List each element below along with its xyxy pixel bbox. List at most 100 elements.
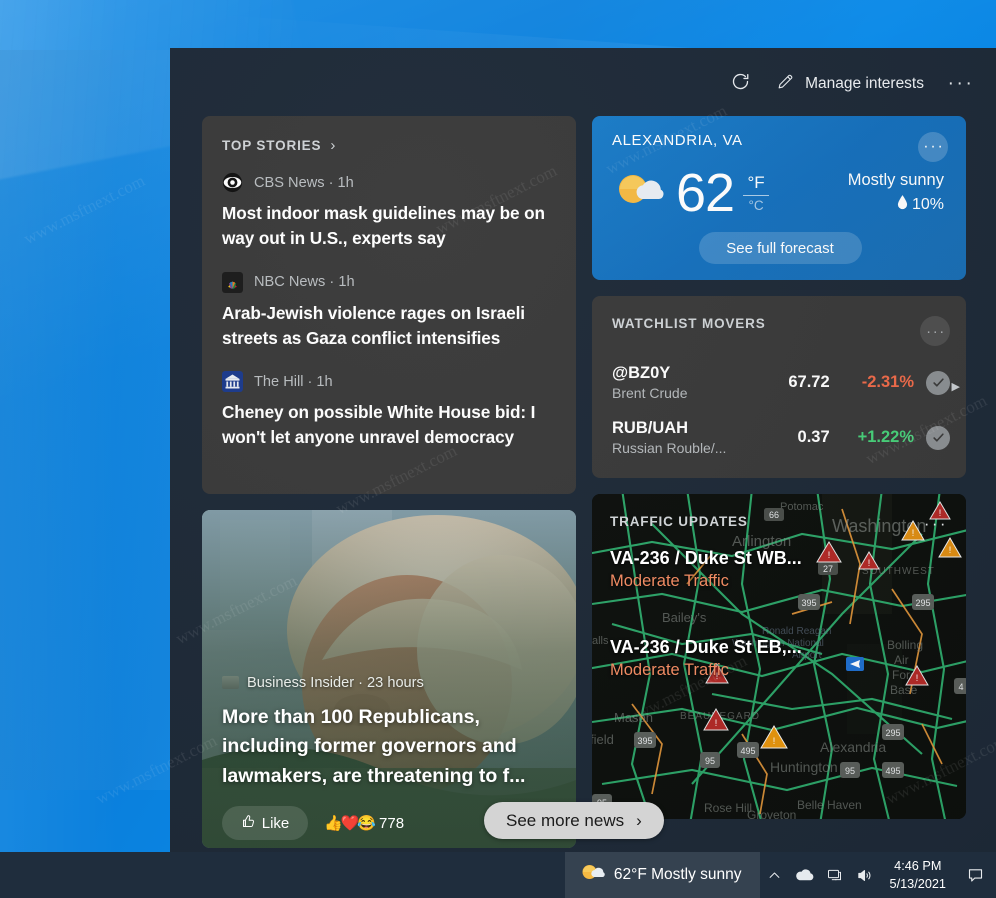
story-headline: Most indoor mask guidelines may be on wa… bbox=[222, 203, 545, 249]
reaction-count: 778 bbox=[379, 814, 405, 832]
business-insider-logo bbox=[222, 676, 239, 690]
weather-location: ALEXANDRIA, VA bbox=[612, 132, 743, 149]
weather-more-button[interactable]: ··· bbox=[918, 132, 948, 162]
watchlist-price: 67.72 bbox=[788, 373, 830, 391]
like-label: Like bbox=[261, 814, 290, 832]
sun-behind-cloud-icon bbox=[612, 169, 664, 218]
cbs-news-logo bbox=[222, 172, 243, 193]
reactions[interactable]: 👍❤️😂 778 bbox=[324, 814, 405, 833]
see-full-forecast-button[interactable]: See full forecast bbox=[698, 232, 862, 264]
svg-text:Groveton: Groveton bbox=[747, 808, 796, 819]
svg-text:!: ! bbox=[715, 718, 718, 728]
chevron-right-icon: › bbox=[636, 810, 642, 830]
watchlist-change: -2.31% bbox=[861, 373, 914, 391]
watchlist-next-arrow[interactable]: ▶ bbox=[952, 380, 960, 393]
water-drop-icon bbox=[897, 195, 908, 215]
unit-divider bbox=[743, 194, 770, 196]
story-item[interactable]: The Hill · 1h Cheney on possible White H… bbox=[222, 371, 556, 451]
manage-interests-label: Manage interests bbox=[805, 75, 924, 92]
sun-behind-cloud-icon bbox=[579, 861, 605, 890]
reaction-emoji: 👍❤️😂 bbox=[324, 815, 376, 832]
weather-header: ALEXANDRIA, VA ··· bbox=[612, 132, 948, 162]
svg-text:495: 495 bbox=[740, 746, 755, 756]
weather-temperature: 62 bbox=[676, 163, 735, 223]
watchlist-title: WATCHLIST MOVERS bbox=[612, 316, 766, 331]
show-hidden-icons-icon[interactable] bbox=[760, 852, 790, 898]
story-source: CBS News · 1h bbox=[222, 172, 556, 193]
onedrive-icon[interactable] bbox=[790, 852, 820, 898]
story-source-label: Business Insider · 23 hours bbox=[247, 674, 424, 691]
top-stories-title: TOP STORIES bbox=[222, 138, 322, 153]
thumbs-up-icon bbox=[241, 814, 256, 833]
traffic-title: TRAFFIC UPDATES bbox=[610, 514, 748, 529]
svg-text:95: 95 bbox=[705, 756, 715, 766]
svg-text:Huntington: Huntington bbox=[770, 759, 838, 775]
pencil-icon bbox=[776, 72, 795, 96]
svg-text:395: 395 bbox=[637, 736, 652, 746]
clock[interactable]: 4:46 PM 5/13/2021 bbox=[880, 857, 958, 893]
svg-text:Potomac: Potomac bbox=[780, 501, 824, 513]
taskbar-news-and-interests-button[interactable]: 62°F Mostly sunny bbox=[564, 852, 760, 898]
svg-text:295: 295 bbox=[885, 728, 900, 738]
the-hill-logo bbox=[222, 371, 243, 393]
flyout-header: Manage interests ··· bbox=[720, 66, 982, 102]
story-source: NBC News · 1h bbox=[222, 271, 556, 293]
unit-fahrenheit[interactable]: °F bbox=[747, 173, 764, 193]
like-button[interactable]: Like bbox=[222, 806, 308, 840]
top-stories-header[interactable]: TOP STORIES › bbox=[222, 138, 556, 153]
svg-text:Belle Haven: Belle Haven bbox=[797, 798, 862, 812]
manage-interests-button[interactable]: Manage interests bbox=[766, 66, 934, 102]
traffic-more-button[interactable]: ··· bbox=[924, 514, 948, 534]
refresh-button[interactable] bbox=[720, 66, 760, 102]
watchlist-movers-card: WATCHLIST MOVERS ··· @BZ0Y Brent Crude 6… bbox=[592, 296, 966, 478]
watchlist-price: 0.37 bbox=[797, 428, 830, 446]
taskbar: 62°F Mostly sunny 4:46 PM 5/13/2021 bbox=[0, 852, 996, 898]
story-item[interactable]: CBS News · 1h Most indoor mask guideline… bbox=[222, 172, 556, 252]
see-more-news-button[interactable]: See more news › bbox=[484, 802, 664, 839]
see-more-news-label: See more news bbox=[506, 810, 625, 830]
watchlist-row[interactable]: @BZ0Y Brent Crude 67.72 -2.31% bbox=[612, 364, 950, 401]
volume-icon[interactable] bbox=[850, 852, 880, 898]
watchlist-names: @BZ0Y Brent Crude bbox=[612, 364, 759, 401]
story-source: The Hill · 1h bbox=[222, 371, 556, 393]
traffic-road: VA-236 / Duke St WB... bbox=[610, 548, 802, 568]
photo-story-card[interactable]: Business Insider · 23 hours More than 10… bbox=[202, 510, 576, 848]
taskbar-empty-area bbox=[0, 852, 565, 898]
weather-condition-block: Mostly sunny 10% bbox=[848, 171, 948, 215]
traffic-updates-card[interactable]: Potomac Washington Arlington SOUTHWEST B… bbox=[592, 494, 966, 819]
story-headline: More than 100 Republicans, including for… bbox=[222, 705, 526, 788]
svg-text:4: 4 bbox=[958, 682, 963, 692]
weather-precipitation: 10% bbox=[848, 195, 944, 215]
watchlist-change: +1.22% bbox=[857, 428, 914, 446]
story-item[interactable]: NBC News · 1h Arab-Jewish violence rages… bbox=[222, 271, 556, 352]
wallpaper-edge bbox=[0, 0, 170, 852]
watchlist-row[interactable]: RUB/UAH Russian Rouble/... 0.37 +1.22% bbox=[612, 419, 950, 456]
weather-units[interactable]: °F °C bbox=[743, 173, 770, 214]
network-icon[interactable] bbox=[820, 852, 850, 898]
check-icon[interactable] bbox=[926, 370, 950, 395]
svg-text:!: ! bbox=[773, 736, 776, 746]
watchlist-more-button[interactable]: ··· bbox=[920, 316, 950, 346]
flyout-more-button[interactable]: ··· bbox=[940, 66, 982, 102]
top-stories-card: TOP STORIES › CBS News · 1h Most indoor … bbox=[202, 116, 576, 494]
traffic-item[interactable]: VA-236 / Duke St EB,... Moderate Traffic bbox=[610, 637, 948, 680]
check-icon[interactable] bbox=[926, 425, 950, 450]
clock-date: 5/13/2021 bbox=[889, 877, 946, 891]
refresh-icon bbox=[730, 71, 751, 97]
traffic-content: TRAFFIC UPDATES ··· VA-236 / Duke St WB.… bbox=[592, 514, 966, 680]
svg-text:Rose Hill: Rose Hill bbox=[704, 801, 752, 815]
traffic-item[interactable]: VA-236 / Duke St WB... Moderate Traffic bbox=[610, 548, 948, 591]
story-source-label: CBS News · 1h bbox=[254, 174, 354, 191]
svg-text:95: 95 bbox=[845, 766, 855, 776]
story-source: Business Insider · 23 hours bbox=[222, 675, 558, 691]
action-center-icon[interactable] bbox=[958, 852, 992, 898]
weather-card[interactable]: ALEXANDRIA, VA ··· 62 °F °C Mostly sunny… bbox=[592, 116, 966, 280]
svg-text:495: 495 bbox=[885, 766, 900, 776]
precipitation-value: 10% bbox=[911, 196, 944, 213]
news-and-interests-flyout: Manage interests ··· TOP STORIES › CBS N… bbox=[170, 48, 996, 852]
watchlist-symbol: @BZ0Y bbox=[612, 364, 671, 382]
traffic-road: VA-236 / Duke St EB,... bbox=[610, 637, 802, 657]
weather-body: 62 °F °C Mostly sunny 10% bbox=[612, 166, 948, 220]
unit-celsius[interactable]: °C bbox=[749, 198, 764, 214]
watchlist-header: WATCHLIST MOVERS ··· bbox=[612, 316, 950, 346]
